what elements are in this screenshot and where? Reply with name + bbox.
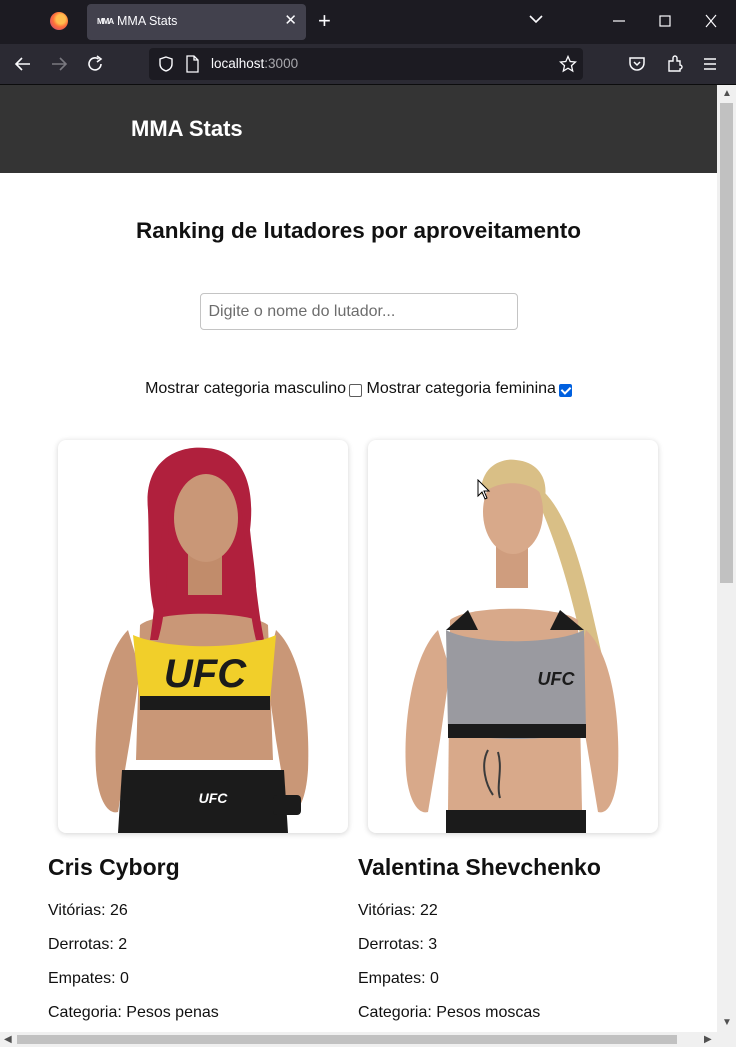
extensions-icon[interactable] xyxy=(665,54,685,74)
fighter-category: Categoria: Pesos moscas xyxy=(358,1004,541,1021)
site-header: MMA Stats xyxy=(0,85,717,173)
reload-icon[interactable] xyxy=(85,54,105,74)
fighter-name: Cris Cyborg xyxy=(48,854,180,880)
pocket-icon[interactable] xyxy=(627,54,647,74)
fighter-category: Categoria: Pesos penas xyxy=(48,1004,219,1021)
fighter-wins: Vitórias: 26 xyxy=(48,902,128,919)
scroll-right-arrow-icon[interactable]: ▶ xyxy=(704,1035,712,1045)
svg-text:UFC: UFC xyxy=(538,669,576,689)
filter-male[interactable]: Mostrar categoria masculino xyxy=(145,380,363,398)
filter-female-label: Mostrar categoria feminina xyxy=(366,380,556,397)
fighter-draws: Empates: 0 xyxy=(358,970,439,987)
menu-hamburger-icon[interactable] xyxy=(700,54,720,74)
scroll-left-arrow-icon[interactable]: ◀ xyxy=(4,1035,12,1045)
page-heading: Ranking de lutadores por aproveitamento xyxy=(135,218,582,243)
filter-female[interactable]: Mostrar categoria feminina xyxy=(367,380,572,398)
bookmark-star-icon[interactable] xyxy=(559,55,577,73)
vertical-scrollbar[interactable]: ▲ ▼ xyxy=(717,85,736,1032)
fighter-photo: UFC UFC xyxy=(58,440,348,833)
horizontal-scrollbar-thumb[interactable] xyxy=(17,1035,677,1044)
list-tabs-chevron-icon[interactable] xyxy=(527,10,545,28)
fighter-photo: UFC xyxy=(368,440,658,833)
filter-male-label: Mostrar categoria masculino xyxy=(145,380,347,397)
fighter-wins: Vitórias: 22 xyxy=(358,902,438,919)
page-icon xyxy=(186,55,199,73)
svg-text:UFC: UFC xyxy=(199,790,229,806)
maximize-icon[interactable] xyxy=(658,11,672,31)
horizontal-scrollbar[interactable]: ◀ ▶ xyxy=(0,1032,717,1047)
url-host: localhost xyxy=(211,56,265,71)
fighter-search-input[interactable] xyxy=(199,293,518,330)
tab-favicon-icon: MMA xyxy=(97,17,114,26)
scroll-down-arrow-icon[interactable]: ▼ xyxy=(722,1018,732,1028)
svg-text:UFC: UFC xyxy=(164,652,247,696)
window-close-icon[interactable] xyxy=(704,11,718,31)
category-filters: Mostrar categoria masculino Mostrar cate… xyxy=(0,380,717,398)
back-arrow-icon[interactable] xyxy=(13,54,33,74)
fighter-name: Valentina Shevchenko xyxy=(358,854,601,880)
minimize-icon[interactable] xyxy=(612,11,626,31)
filter-female-checkbox[interactable] xyxy=(558,383,572,397)
page-viewport: MMA Stats Ranking de lutadores por aprov… xyxy=(0,85,717,1032)
new-tab-button[interactable]: + xyxy=(318,8,331,34)
shield-icon[interactable] xyxy=(157,55,175,73)
browser-tab[interactable]: MMA MMA Stats ✕ xyxy=(87,4,306,40)
url-port: :3000 xyxy=(264,56,299,71)
browser-tab-bar: MMA MMA Stats ✕ + xyxy=(0,0,736,44)
filter-male-checkbox[interactable] xyxy=(349,383,363,397)
scroll-up-arrow-icon[interactable]: ▲ xyxy=(722,89,732,99)
forward-arrow-icon[interactable] xyxy=(49,54,69,74)
browser-nav-bar: localhost:3000 xyxy=(0,44,736,85)
fighter-losses: Derrotas: 3 xyxy=(358,936,438,953)
search-container xyxy=(0,293,717,330)
scrollbar-corner xyxy=(717,1032,736,1047)
firefox-logo-icon xyxy=(50,12,68,30)
fighter-photo-image: UFC UFC xyxy=(95,447,309,833)
close-tab-icon[interactable]: ✕ xyxy=(284,12,297,30)
tab-title: MMA Stats xyxy=(117,14,178,28)
fighter-photo-image: UFC xyxy=(405,459,619,833)
fighter-draws: Empates: 0 xyxy=(48,970,129,987)
site-title[interactable]: MMA Stats xyxy=(131,116,243,142)
vertical-scrollbar-thumb[interactable] xyxy=(720,103,733,583)
mouse-cursor-icon xyxy=(477,479,491,500)
url-text[interactable]: localhost:3000 xyxy=(211,56,298,71)
fighter-losses: Derrotas: 2 xyxy=(48,936,128,953)
address-bar[interactable]: localhost:3000 xyxy=(149,48,583,80)
